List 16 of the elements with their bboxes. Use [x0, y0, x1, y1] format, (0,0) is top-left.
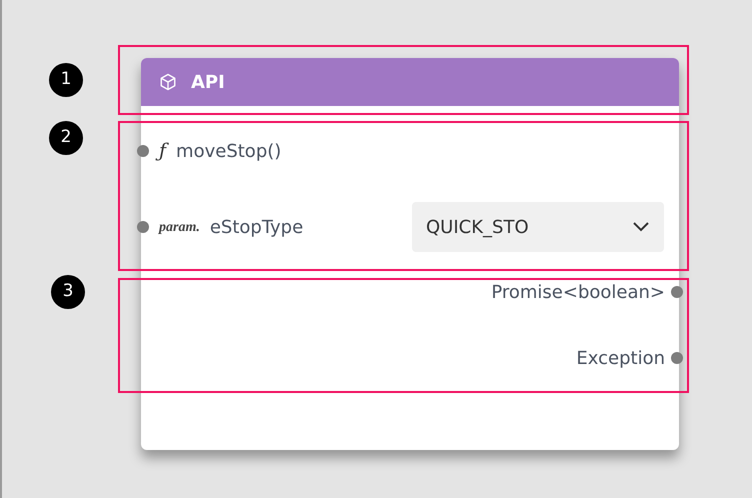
connection-port[interactable] [671, 286, 683, 298]
connection-port[interactable] [137, 145, 149, 157]
chevron-down-icon [632, 221, 650, 233]
cube-icon [159, 73, 177, 91]
value-dropdown[interactable]: QUICK_STO [412, 202, 664, 252]
callout-number: 2 [49, 121, 83, 155]
connection-port[interactable] [671, 352, 683, 364]
callout-number: 3 [51, 275, 85, 309]
input-name: eStopType [210, 216, 304, 240]
node-title: API [191, 70, 225, 94]
output-name: Exception [576, 346, 665, 370]
param-label: param. [159, 218, 200, 236]
callout-number: 1 [49, 63, 83, 97]
output-name: Promise<boolean> [491, 280, 665, 304]
connection-port[interactable] [137, 221, 149, 233]
input-name: moveStop() [176, 140, 282, 164]
